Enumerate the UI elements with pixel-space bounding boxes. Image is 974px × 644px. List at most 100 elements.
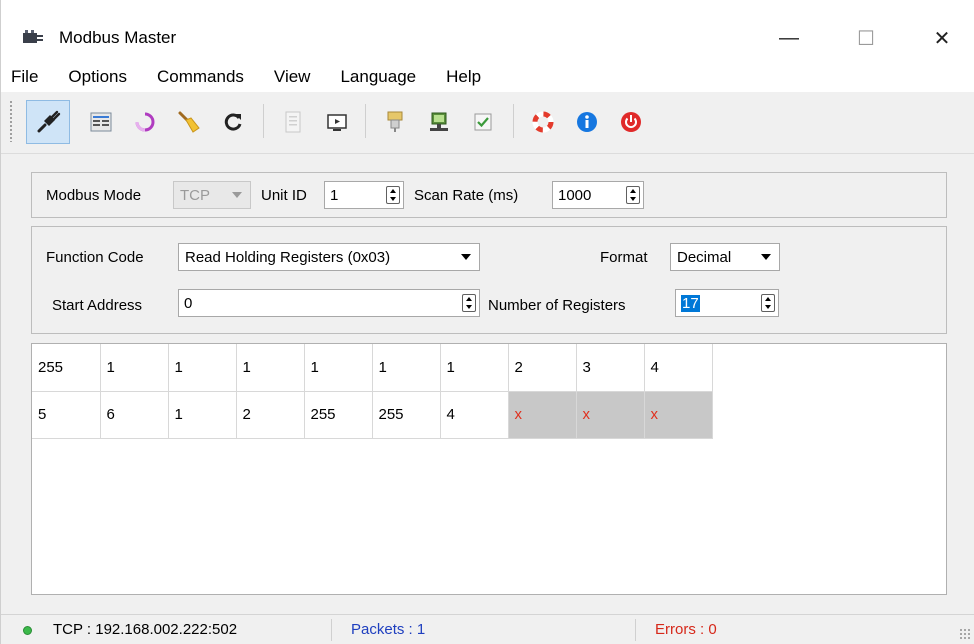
connection-status-icon — [23, 626, 32, 635]
register-cell[interactable]: 255 — [372, 391, 441, 439]
modbus-app-icon — [23, 30, 47, 44]
scan-rate-label: Scan Rate (ms) — [414, 187, 519, 204]
menu-language[interactable]: Language — [340, 67, 416, 87]
serial-settings-button[interactable] — [373, 100, 417, 144]
read-once-button[interactable] — [211, 100, 255, 144]
register-cell[interactable]: x — [576, 391, 645, 439]
errors-count: Errors : 0 — [655, 621, 717, 638]
start-address-spinbox[interactable]: 0 — [178, 289, 480, 317]
register-cell[interactable]: 5 — [32, 391, 101, 439]
register-cell[interactable]: 4 — [644, 344, 713, 392]
start-address-label: Start Address — [52, 297, 143, 314]
broom-icon — [178, 111, 200, 133]
status-separator — [635, 619, 636, 641]
scan-rate-spinbox[interactable]: 1000 — [552, 181, 644, 209]
number-of-registers-spinbox[interactable]: 17 — [675, 289, 779, 317]
chevron-down-icon — [461, 254, 471, 260]
power-icon — [621, 112, 641, 132]
register-cell[interactable]: 1 — [100, 344, 169, 392]
register-cell[interactable]: 1 — [372, 344, 441, 392]
info-icon — [577, 112, 597, 132]
spin-arrows-icon[interactable] — [626, 186, 640, 204]
checkbox-icon — [474, 113, 492, 131]
register-cell[interactable]: 255 — [32, 344, 101, 392]
register-cell[interactable]: 4 — [440, 391, 509, 439]
spin-arrows-icon[interactable] — [386, 186, 400, 204]
scan-button[interactable] — [123, 100, 167, 144]
register-cell[interactable]: 2 — [508, 344, 577, 392]
menu-options[interactable]: Options — [68, 67, 127, 87]
maximize-button[interactable]: ☐ — [843, 18, 889, 58]
menu-view[interactable]: View — [274, 67, 311, 87]
register-cell[interactable]: 1 — [168, 391, 237, 439]
toolbar-separator — [513, 104, 514, 138]
format-value: Decimal — [677, 248, 732, 266]
bus-monitor-button[interactable] — [315, 100, 359, 144]
minimize-button[interactable]: — — [766, 18, 812, 58]
connection-status-text: TCP : 192.168.002.222:502 — [53, 621, 238, 638]
registers-table: 255 1 1 1 1 1 1 2 3 4 5 6 1 2 255 255 4 x x x — [32, 344, 713, 439]
help-button[interactable] — [521, 100, 565, 144]
chevron-down-icon — [761, 254, 771, 260]
modbus-mode-select[interactable]: TCP — [173, 181, 251, 209]
close-icon: ✕ — [933, 27, 951, 50]
definitions-button[interactable] — [79, 100, 123, 144]
refresh-icon — [224, 113, 242, 131]
request-settings-group: Function Code Read Holding Registers (0x… — [31, 226, 947, 334]
main-window: Modbus Master — ☐ ✕ File Options Command… — [0, 0, 974, 644]
menu-commands[interactable]: Commands — [157, 67, 244, 87]
log-settings-button[interactable] — [461, 100, 505, 144]
clear-button[interactable] — [167, 100, 211, 144]
register-cell[interactable]: 1 — [440, 344, 509, 392]
registers-table-view[interactable]: 255 1 1 1 1 1 1 2 3 4 5 6 1 2 255 255 4 x x x — [31, 343, 947, 595]
about-button[interactable] — [565, 100, 609, 144]
register-cell[interactable]: 1 — [304, 344, 373, 392]
register-cell[interactable]: x — [508, 391, 577, 439]
register-cell[interactable]: 255 — [304, 391, 373, 439]
table-row: 5 6 1 2 255 255 4 x x x — [32, 391, 713, 439]
toolbar-separator — [365, 104, 366, 138]
title-bar: Modbus Master — ☐ ✕ — [1, 0, 974, 62]
unit-id-value: 1 — [330, 186, 339, 204]
spin-arrows-icon[interactable] — [761, 294, 775, 312]
close-button[interactable]: ✕ — [919, 18, 965, 58]
function-code-label: Function Code — [46, 249, 144, 266]
write-button[interactable] — [271, 100, 315, 144]
register-cell[interactable]: 6 — [100, 391, 169, 439]
unit-id-spinbox[interactable]: 1 — [324, 181, 404, 209]
scan-icon — [135, 112, 155, 132]
plug-icon — [37, 110, 61, 133]
spin-arrows-icon[interactable] — [462, 294, 476, 312]
tcp-settings-button[interactable] — [417, 100, 461, 144]
network-icon — [430, 112, 448, 131]
definitions-icon — [90, 112, 112, 132]
function-code-select[interactable]: Read Holding Registers (0x03) — [178, 243, 480, 271]
status-separator — [331, 619, 332, 641]
connection-settings-group: Modbus Mode TCP Unit ID 1 Scan Rate (ms)… — [31, 172, 947, 218]
register-cell[interactable]: 3 — [576, 344, 645, 392]
maximize-icon: ☐ — [857, 27, 875, 50]
menu-help[interactable]: Help — [446, 67, 481, 87]
status-bar: TCP : 192.168.002.222:502 Packets : 1 Er… — [1, 614, 974, 644]
lifebuoy-icon — [532, 111, 554, 133]
start-address-value: 0 — [184, 294, 193, 312]
connect-button[interactable] — [26, 100, 70, 144]
number-of-registers-label: Number of Registers — [488, 297, 626, 314]
modbus-mode-label: Modbus Mode — [46, 187, 142, 204]
modbus-mode-value: TCP — [180, 186, 210, 204]
toolbar-separator — [263, 104, 264, 138]
toolbar-grip[interactable] — [9, 100, 13, 142]
toolbar — [1, 92, 974, 154]
register-cell[interactable]: 2 — [236, 391, 305, 439]
packets-count: Packets : 1 — [351, 621, 426, 638]
exit-button[interactable] — [609, 100, 653, 144]
register-cell[interactable]: x — [644, 391, 713, 439]
register-cell[interactable]: 1 — [168, 344, 237, 392]
menu-file[interactable]: File — [11, 67, 38, 87]
chevron-down-icon — [232, 192, 242, 198]
menu-bar: File Options Commands View Language Help — [1, 62, 974, 92]
format-select[interactable]: Decimal — [670, 243, 780, 271]
register-cell[interactable]: 1 — [236, 344, 305, 392]
table-row: 255 1 1 1 1 1 1 2 3 4 — [32, 344, 713, 392]
resize-grip-icon[interactable] — [959, 628, 971, 640]
